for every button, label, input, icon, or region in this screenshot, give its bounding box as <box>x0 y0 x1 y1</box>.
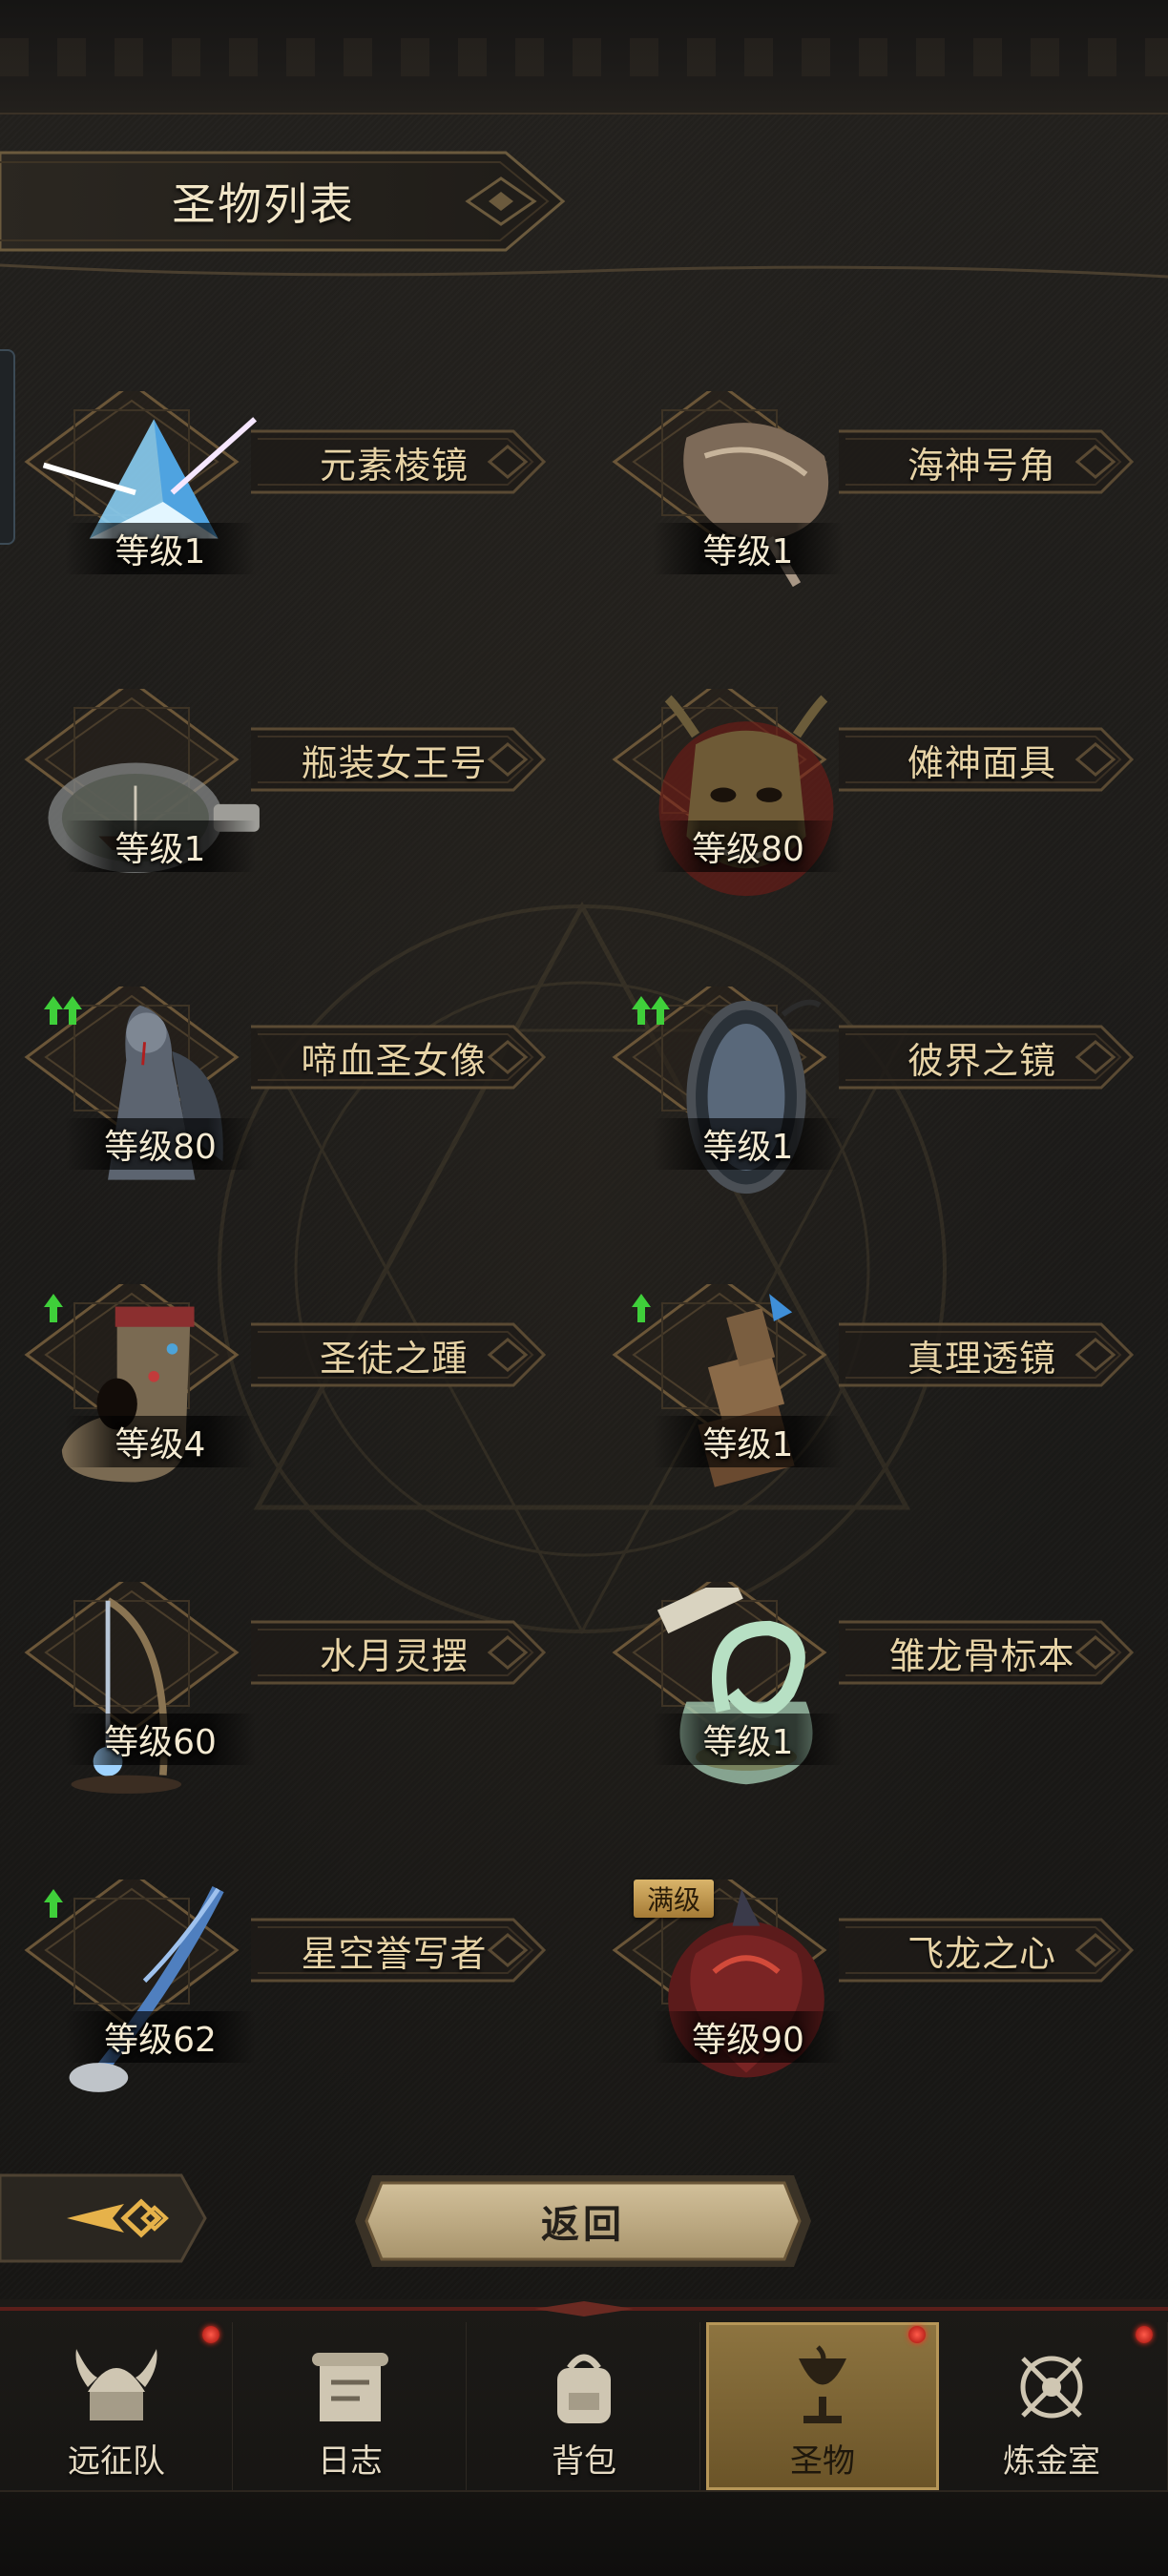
page-arrow-button[interactable] <box>0 2166 210 2271</box>
relic-card[interactable]: 瓶装女王号等级1 <box>8 679 580 918</box>
nav-tab-label: 炼金室 <box>1003 2442 1100 2481</box>
notification-dot <box>202 2326 219 2343</box>
relic-name: 彼界之镜 <box>907 1039 1056 1082</box>
relic-card[interactable]: 飞龙之心等级90 满级 <box>595 1870 1168 2109</box>
relic-name: 傩神面具 <box>907 741 1056 784</box>
nav-tab[interactable]: 背包 <box>468 2322 700 2490</box>
back-button-label: 返回 <box>541 2203 625 2247</box>
relic-card[interactable]: 海神号角等级1 <box>595 382 1168 620</box>
back-button[interactable]: 返回 <box>353 2171 813 2271</box>
relic-level: 等级90 <box>653 2011 844 2063</box>
nav-footer <box>0 2490 1168 2576</box>
relic-name: 元素棱镜 <box>319 444 469 487</box>
nav-tab-label: 日志 <box>318 2442 383 2481</box>
relic-card[interactable]: 真理透镜等级1 <box>595 1275 1168 1513</box>
upgrade-arrow-icon <box>40 1885 97 1923</box>
relic-card[interactable]: 圣徒之踵等级4 <box>8 1275 580 1513</box>
upgrade-arrow-icon <box>628 1290 685 1328</box>
nav-tab-label: 远征队 <box>68 2442 165 2481</box>
upgrade-arrow-icon <box>628 992 685 1030</box>
nav-tab[interactable]: 远征队 <box>0 2322 233 2490</box>
alchemy-icon <box>1020 2356 1083 2419</box>
upgrade-arrow-icon <box>40 1290 97 1328</box>
relic-name: 瓶装女王号 <box>301 741 488 784</box>
max-level-badge: 满级 <box>634 1880 714 1918</box>
background-emblem <box>218 901 947 1635</box>
relic-level: 等级1 <box>653 1714 844 1765</box>
relic-level: 等级1 <box>653 1416 844 1467</box>
relic-level: 等级1 <box>65 523 256 574</box>
notification-dot <box>908 2326 926 2343</box>
backpack-icon <box>557 2354 611 2423</box>
conch-horn-icon <box>683 423 829 588</box>
relic-level: 等级1 <box>65 821 256 872</box>
relic-level: 等级62 <box>65 2011 256 2063</box>
page-title: 圣物列表 <box>172 178 355 230</box>
relic-card[interactable]: 星空誉写者等级62 <box>8 1870 580 2109</box>
relic-card[interactable]: 雏龙骨标本等级1 <box>595 1572 1168 1811</box>
relic-level: 等级80 <box>653 821 844 872</box>
relic-level: 等级1 <box>653 1118 844 1170</box>
relic-level: 等级80 <box>65 1118 256 1170</box>
relic-name: 水月灵摆 <box>319 1634 469 1677</box>
prism-icon <box>42 417 258 539</box>
specimen-jar-icon <box>657 1588 813 1785</box>
relic-name: 真理透镜 <box>907 1337 1056 1380</box>
relic-name: 啼血圣女像 <box>301 1039 488 1082</box>
relic-card[interactable]: 水月灵摆等级60 <box>8 1572 580 1811</box>
scroll-icon <box>312 2353 388 2421</box>
relic-level: 等级1 <box>653 523 844 574</box>
demon-mask-icon <box>658 695 834 897</box>
relic-name: 海神号角 <box>907 444 1056 487</box>
relic-name: 圣徒之踵 <box>319 1337 469 1380</box>
pendulum-icon <box>71 1597 182 1794</box>
nav-tab-label: 背包 <box>552 2442 616 2481</box>
notification-dot <box>1136 2326 1153 2343</box>
relic-level: 等级60 <box>65 1714 256 1765</box>
chalice-icon <box>799 2345 846 2423</box>
ship-in-bottle-icon <box>48 762 260 874</box>
relic-card[interactable]: 啼血圣女像等级80 <box>8 977 580 1215</box>
relic-name: 星空誉写者 <box>301 1932 488 1975</box>
nav-tab[interactable]: 日志 <box>234 2322 467 2490</box>
relic-card[interactable]: 彼界之镜等级1 <box>595 977 1168 1215</box>
relic-name: 飞龙之心 <box>907 1932 1056 1975</box>
nav-tab[interactable]: 炼金室 <box>935 2322 1168 2490</box>
relic-level: 等级4 <box>65 1416 256 1467</box>
nav-tab-label: 圣物 <box>790 2442 855 2481</box>
relic-card[interactable]: 元素棱镜等级1 <box>8 382 580 620</box>
nav-tab[interactable]: 圣物 <box>706 2322 939 2490</box>
header-divider <box>0 263 1168 279</box>
top-border <box>0 0 1168 114</box>
upgrade-arrow-icon <box>40 992 97 1030</box>
bottom-nav: 远征队 日志 背包 圣物 炼金室 <box>0 2299 1168 2576</box>
relic-name: 雏龙骨标本 <box>888 1634 1075 1677</box>
viking-helmet-icon <box>75 2349 157 2420</box>
nav-divider <box>0 2301 1168 2316</box>
relic-card[interactable]: 傩神面具等级80 <box>595 679 1168 918</box>
